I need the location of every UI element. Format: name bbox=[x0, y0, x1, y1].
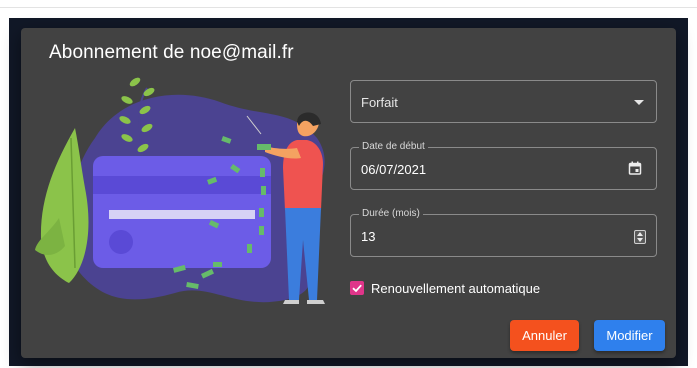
duration-label: Durée (mois) bbox=[359, 208, 423, 220]
calendar-icon[interactable] bbox=[628, 161, 642, 175]
auto-renew-checkbox[interactable] bbox=[350, 281, 364, 295]
duration-value[interactable]: 13 bbox=[361, 229, 375, 244]
plan-select-placeholder: Forfait bbox=[361, 95, 398, 110]
duration-field[interactable]: Durée (mois) 13 bbox=[350, 208, 657, 257]
spinner-icon[interactable] bbox=[634, 230, 646, 244]
modify-button[interactable]: Modifier bbox=[594, 320, 665, 351]
plan-select[interactable]: Forfait bbox=[350, 80, 657, 123]
cancel-button[interactable]: Annuler bbox=[510, 320, 579, 351]
page-divider bbox=[0, 7, 697, 8]
start-date-field[interactable]: Date de début 06/07/2021 bbox=[350, 141, 657, 190]
dialog-title: Abonnement de noe@mail.fr bbox=[49, 42, 294, 63]
checkmark-icon bbox=[352, 284, 362, 293]
chevron-down-icon[interactable] bbox=[634, 100, 644, 105]
start-date-value[interactable]: 06/07/2021 bbox=[361, 162, 426, 177]
auto-renew-label: Renouvellement automatique bbox=[371, 281, 541, 296]
subscription-dialog: Abonnement de noe@mail.fr Forfait Date d… bbox=[21, 28, 676, 358]
start-date-label: Date de début bbox=[359, 141, 428, 153]
payment-illustration bbox=[35, 77, 325, 304]
